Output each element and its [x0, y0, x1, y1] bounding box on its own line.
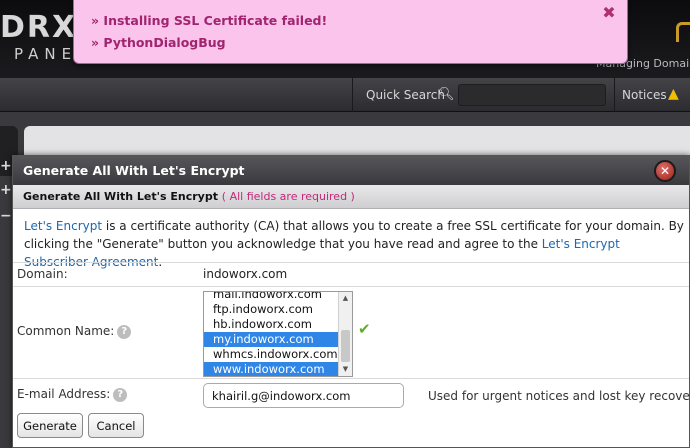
subheader-title: Generate All With Let's Encrypt	[23, 190, 218, 203]
domain-value: indoworx.com	[203, 267, 288, 281]
error-notification: » Installing SSL Certificate failed! » P…	[73, 0, 628, 64]
common-name-option[interactable]: whmcs.indoworx.com	[204, 347, 338, 362]
common-name-option-selected[interactable]: my.indoworx.com	[204, 332, 338, 347]
notification-message: » Installing SSL Certificate failed!	[91, 13, 328, 28]
brand-accent-mark	[676, 22, 690, 42]
dialog-title: Generate All With Let's Encrypt	[13, 156, 689, 185]
help-icon[interactable]: ?	[113, 387, 128, 402]
expand-plus-icon[interactable]: +	[0, 159, 12, 173]
domain-label: Domain:	[17, 267, 68, 281]
common-name-option[interactable]: mail.indoworx.com	[204, 292, 338, 302]
common-name-label: Common Name:	[17, 324, 115, 338]
scroll-up-arrow-icon[interactable]: ▲	[339, 292, 352, 305]
listbox-scrollbar[interactable]: ▲ ▼	[338, 292, 352, 376]
quick-search-input[interactable]	[458, 84, 606, 106]
email-hint: Used for urgent notices and lost key rec…	[428, 389, 690, 403]
common-name-listbox[interactable]: mail.indoworx.com ftp.indoworx.com hb.in…	[203, 291, 353, 377]
common-name-row: Common Name:? mail.indoworx.com ftp.indo…	[13, 286, 689, 378]
collapse-minus-icon[interactable]: −	[0, 209, 12, 223]
navigation-bar: Quick Search 🔍︎ Notices ▲	[0, 78, 690, 112]
notification-message: » PythonDialogBug	[91, 35, 226, 50]
email-row: E-mail Address:? Used for urgent notices…	[13, 378, 690, 408]
domain-row: Domain: indoworx.com	[13, 262, 689, 286]
app-logo: DRX	[0, 10, 78, 45]
email-input[interactable]	[203, 383, 404, 408]
common-name-option[interactable]: ftp.indoworx.com	[204, 302, 338, 317]
close-icon[interactable]: ✖	[601, 5, 617, 21]
dialog-close-button[interactable]: ✕	[654, 160, 676, 182]
search-icon[interactable]: 🔍︎	[438, 87, 455, 102]
email-label-wrap: E-mail Address:?	[17, 387, 128, 402]
common-name-option[interactable]: hb.indoworx.com	[204, 317, 338, 332]
notices-menu[interactable]: Notices	[614, 78, 667, 112]
required-fields-note: ( All fields are required )	[221, 190, 355, 203]
letsencrypt-link[interactable]: Let's Encrypt	[24, 219, 102, 233]
cancel-button[interactable]: Cancel	[88, 413, 144, 438]
dialog-subheader: Generate All With Let's Encrypt ( All fi…	[13, 185, 689, 209]
check-icon: ✔	[358, 320, 371, 338]
help-icon[interactable]: ?	[117, 324, 132, 339]
common-name-option-selected[interactable]: www.indoworx.com	[204, 362, 338, 376]
warning-icon[interactable]: ▲	[668, 87, 684, 102]
email-label: E-mail Address:	[17, 387, 111, 401]
scroll-down-arrow-icon[interactable]: ▼	[339, 363, 352, 376]
generate-button[interactable]: Generate	[17, 413, 83, 438]
scrollbar-thumb[interactable]	[341, 330, 350, 362]
common-name-label-wrap: Common Name:?	[17, 324, 132, 339]
expand-plus-icon[interactable]: +	[0, 183, 12, 197]
letsencrypt-dialog: Generate All With Let's Encrypt ✕ Genera…	[12, 155, 690, 448]
quick-search-label: Quick Search	[352, 78, 445, 112]
